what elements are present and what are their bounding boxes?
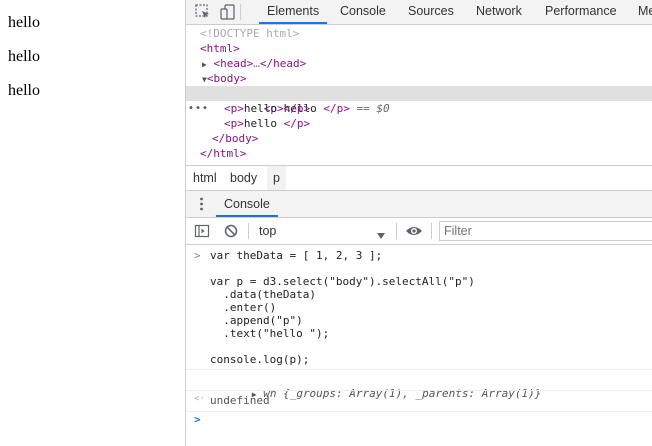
console-row-divider xyxy=(186,390,652,391)
console-code-line: console.log(p); xyxy=(210,353,310,366)
live-expression-eye-icon[interactable] xyxy=(405,224,423,238)
console-input[interactable] xyxy=(210,411,650,431)
console-code-line: var p = d3.select("body").selectAll("p") xyxy=(210,275,475,288)
console-code-line: var theData = [ 1, 2, 3 ]; xyxy=(210,249,383,262)
console-return-value: undefined xyxy=(210,394,270,407)
dom-p[interactable]: <p>hello </p> xyxy=(186,101,652,116)
console-code-line: .text("hello "); xyxy=(210,327,330,340)
devtools-panel: Elements Console Sources Network Perform… xyxy=(185,0,652,446)
expand-triangle-icon[interactable]: ▶ xyxy=(202,60,207,69)
dom-p-selected[interactable]: ••• <p>hello </p> == $0 xyxy=(186,86,652,115)
breadcrumb-p[interactable]: p xyxy=(267,166,286,190)
breadcrumb: html body p xyxy=(186,165,652,191)
dom-head[interactable]: ▶ <head>…</head> xyxy=(186,56,652,71)
console-input-prompt-icon: > xyxy=(194,413,201,426)
tab-memory-truncated[interactable]: Me xyxy=(638,0,652,24)
result-arrow-icon: <· xyxy=(194,394,205,404)
paragraph-hello-2: hello xyxy=(8,48,40,65)
drawer-menu-icon[interactable] xyxy=(200,197,203,211)
context-selector-value: top xyxy=(259,224,277,238)
toolbar-divider xyxy=(431,223,432,239)
tab-console[interactable]: Console xyxy=(340,0,386,24)
dom-html-open[interactable]: <html> xyxy=(186,41,652,56)
clear-console-icon[interactable] xyxy=(223,223,239,239)
device-toolbar-icon[interactable] xyxy=(219,3,237,21)
elements-dom-tree: <!DOCTYPE html> <html> ▶ <head>…</head> … xyxy=(186,25,652,164)
console-code-line: .data(theData) xyxy=(210,288,316,301)
dom-doctype[interactable]: <!DOCTYPE html> xyxy=(186,26,652,41)
tab-performance[interactable]: Performance xyxy=(545,0,617,24)
toolbar-divider xyxy=(396,223,397,239)
devtools-tabbar: Elements Console Sources Network Perform… xyxy=(186,0,652,25)
show-sidebar-icon[interactable] xyxy=(194,223,210,239)
dom-p[interactable]: <p>hello </p> xyxy=(186,116,652,131)
paragraph-hello-3: hello xyxy=(8,82,40,99)
tab-elements[interactable]: Elements xyxy=(259,0,328,24)
input-chevron-icon: > xyxy=(194,249,201,262)
context-selector[interactable]: top xyxy=(254,220,388,242)
tab-network[interactable]: Network xyxy=(476,0,522,24)
toolbar-divider xyxy=(248,223,249,239)
dropdown-arrow-icon xyxy=(377,227,385,239)
dom-body-close[interactable]: </body> xyxy=(186,131,652,146)
console-filter-input[interactable] xyxy=(439,221,652,241)
paragraph-hello-1: hello xyxy=(8,14,40,31)
console-code-line: .append("p") xyxy=(210,314,303,327)
rendered-page: hello hello hello xyxy=(0,0,185,446)
breadcrumb-html[interactable]: html xyxy=(187,166,223,190)
tab-sources[interactable]: Sources xyxy=(408,0,454,24)
console-row-divider xyxy=(186,369,652,370)
console-log-object[interactable]: ▶ wn {_groups: Array(1), _parents: Array… xyxy=(212,374,542,400)
console-toolbar: top xyxy=(186,218,652,245)
dom-body-open[interactable]: ▼<body> xyxy=(186,71,652,86)
inspect-element-icon[interactable] xyxy=(194,3,212,21)
console-code-line: .enter() xyxy=(210,301,277,314)
toolbar-divider xyxy=(240,4,241,20)
drawer-tab-console[interactable]: Console xyxy=(216,191,278,217)
breadcrumb-body[interactable]: body xyxy=(224,166,263,190)
drawer-header: Console xyxy=(186,191,652,218)
console-output: > var theData = [ 1, 2, 3 ]; var p = d3.… xyxy=(186,245,652,446)
dom-html-close[interactable]: </html> xyxy=(186,146,652,161)
